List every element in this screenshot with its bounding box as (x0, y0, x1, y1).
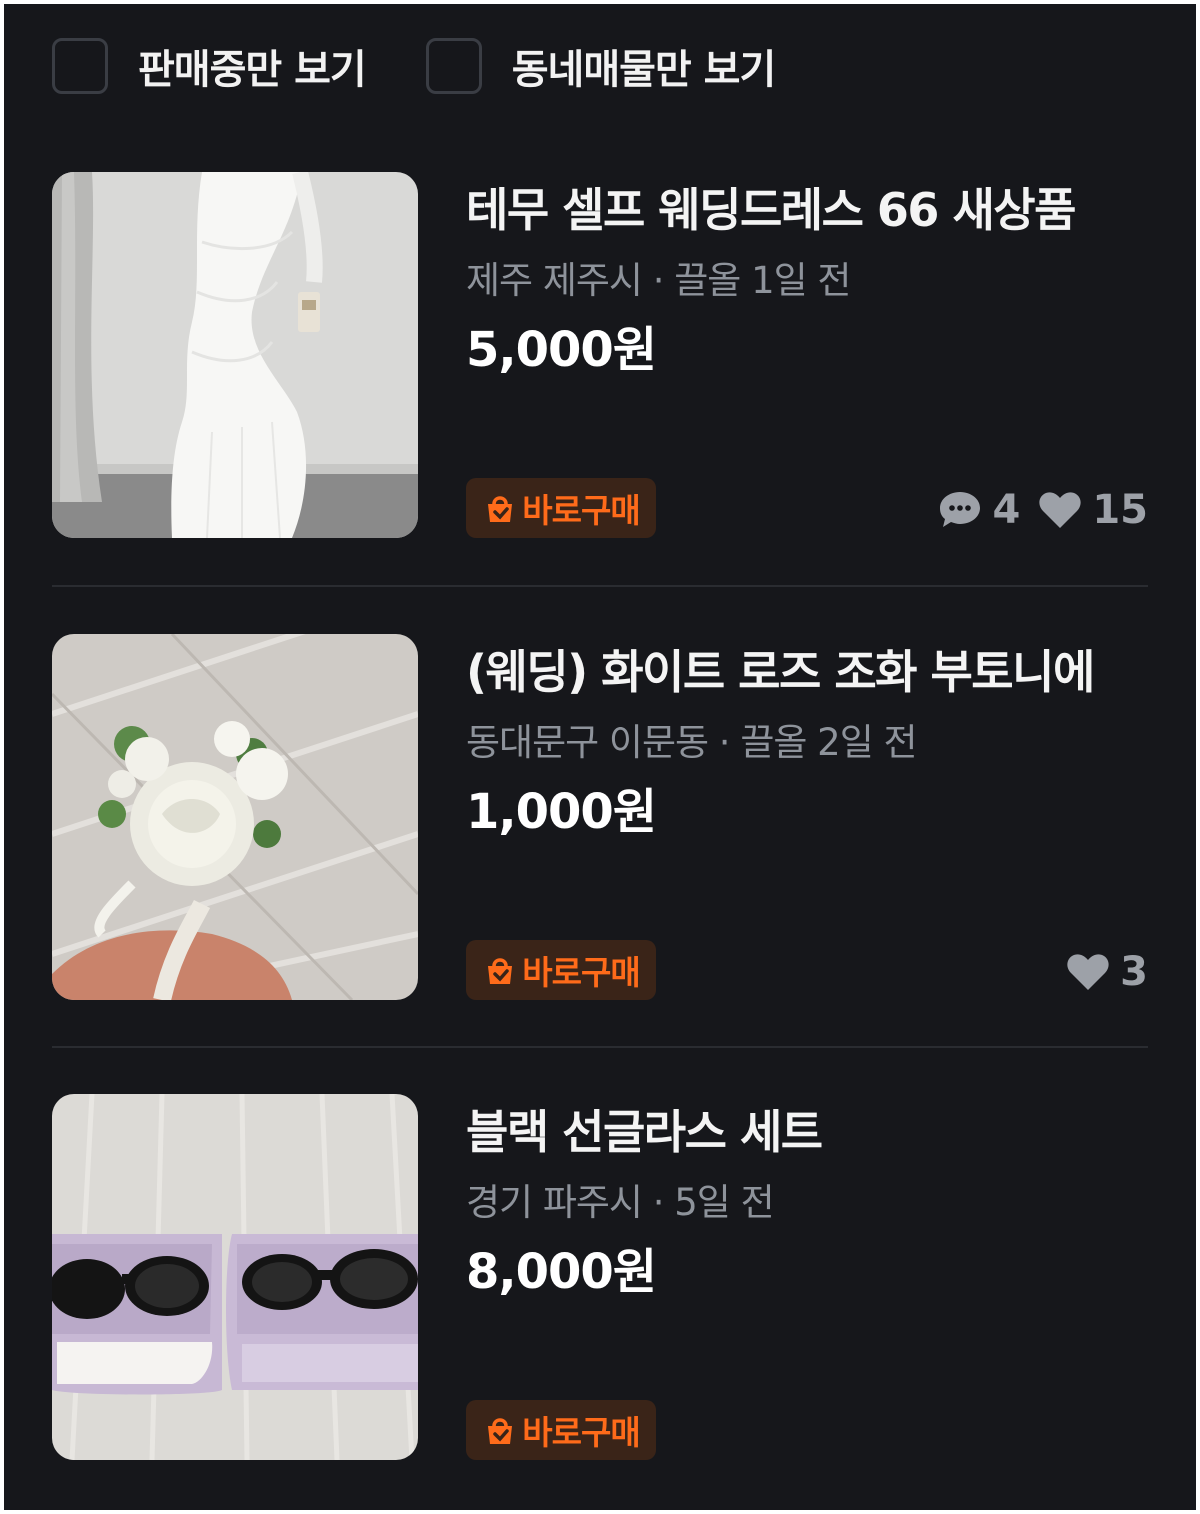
item-info: 테무 셀프 웨딩드레스 66 새상품 제주 제주시 · 끌올 1일 전 5,00… (466, 172, 1148, 538)
item-info: 블랙 선글라스 세트 경기 파주시 · 5일 전 8,000원 바로구매 (466, 1094, 1148, 1460)
comment-count-value: 4 (992, 487, 1021, 533)
item-meta: 제주 제주시 · 끌올 1일 전 (466, 259, 851, 302)
heart-icon (1039, 492, 1081, 528)
item-thumbnail[interactable] (52, 1094, 418, 1460)
item-stats: 3 (1048, 944, 1148, 1000)
on-sale-checkbox[interactable] (52, 38, 108, 94)
filter-neighborhood-only[interactable]: 동네매물만 보기 (425, 37, 777, 95)
buy-now-badge[interactable]: 바로구매 (466, 478, 656, 538)
shopping-bag-icon (488, 496, 513, 522)
comment-count: 4 (938, 487, 1020, 533)
neighborhood-checkbox[interactable] (425, 38, 482, 94)
like-count: 15 (1038, 487, 1148, 533)
heart-icon (1067, 954, 1109, 990)
like-count-value: 3 (1120, 949, 1148, 995)
item-title[interactable]: 테무 셀프 웨딩드레스 66 새상품 (466, 180, 1156, 240)
item-meta: 동대문구 이문동 · 끌올 2일 전 (466, 721, 918, 764)
item-thumbnail[interactable] (52, 172, 418, 538)
screen: 판매중만 보기 동네매물만 보기 테무 셀프 웨딩드레스 66 새상품 제주 제… (4, 4, 1196, 1510)
item-price: 8,000원 (466, 1244, 657, 1300)
item-title[interactable]: (웨딩) 화이트 로즈 조화 부토니에 (466, 642, 1156, 702)
item-thumbnail[interactable] (52, 634, 418, 1000)
item-stats: 4 15 (920, 482, 1148, 538)
list-item[interactable]: 테무 셀프 웨딩드레스 66 새상품 제주 제주시 · 끌올 1일 전 5,00… (52, 172, 1148, 538)
divider (52, 585, 1148, 587)
filter-on-sale-only[interactable]: 판매중만 보기 (52, 37, 367, 95)
buy-now-badge[interactable]: 바로구매 (466, 1400, 656, 1460)
item-price: 1,000원 (466, 784, 657, 840)
divider (52, 1046, 1148, 1048)
shopping-bag-icon (488, 1418, 513, 1444)
like-count-value: 15 (1092, 487, 1148, 533)
buy-now-badge[interactable]: 바로구매 (466, 940, 656, 1000)
on-sale-label[interactable]: 판매중만 보기 (138, 37, 367, 95)
chat-bubble-icon (940, 492, 981, 527)
item-title[interactable]: 블랙 선글라스 세트 (466, 1102, 1156, 1162)
item-info: (웨딩) 화이트 로즈 조화 부토니에 동대문구 이문동 · 끌올 2일 전 1… (466, 634, 1148, 1000)
buy-now-label: 바로구매 (522, 1413, 640, 1452)
buy-now-label: 바로구매 (522, 491, 640, 530)
item-price: 5,000원 (466, 322, 657, 378)
list-item[interactable]: (웨딩) 화이트 로즈 조화 부토니에 동대문구 이문동 · 끌올 2일 전 1… (52, 634, 1148, 1000)
list-item[interactable]: 블랙 선글라스 세트 경기 파주시 · 5일 전 8,000원 바로구매 (52, 1094, 1148, 1460)
shopping-bag-icon (488, 958, 513, 984)
item-meta: 경기 파주시 · 5일 전 (466, 1181, 775, 1224)
like-count: 3 (1066, 949, 1148, 995)
filter-bar: 판매중만 보기 동네매물만 보기 (52, 34, 835, 98)
buy-now-label: 바로구매 (522, 953, 640, 992)
neighborhood-label[interactable]: 동네매물만 보기 (512, 37, 777, 95)
